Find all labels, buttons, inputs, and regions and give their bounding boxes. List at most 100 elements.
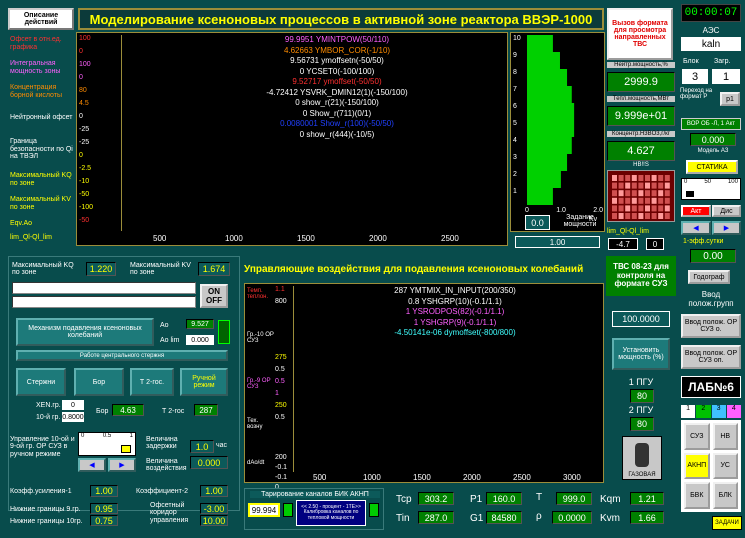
top-scale-value: -2.5 <box>79 165 92 172</box>
ruchn-button[interactable]: Ручной режим <box>180 368 228 396</box>
core-cell <box>664 175 670 181</box>
suz-button[interactable]: СУЗ <box>684 423 710 450</box>
bik-value[interactable]: 99.994 <box>248 503 280 517</box>
bor-button[interactable]: Бор <box>74 368 124 396</box>
ofs-value-1[interactable]: -3.00 <box>200 503 228 514</box>
ofs-value-2[interactable]: 10.00 <box>200 515 228 526</box>
kqm-value: 1.21 <box>630 492 664 505</box>
vvod-1-button[interactable]: Ввод полож. ОР СУЗ о. <box>681 314 741 338</box>
top-scale-value: 0 <box>79 113 83 120</box>
tab-1[interactable]: 1 <box>681 405 696 418</box>
kq-label: Максимальный KQ по зоне <box>12 262 74 277</box>
tab-3[interactable]: 3 <box>711 405 726 418</box>
axial-y-tick: 2 <box>513 171 517 178</box>
top-x-tick: 500 <box>153 234 167 243</box>
ustanov-button[interactable]: Установить мощность (%) <box>612 338 670 370</box>
slider-thumb[interactable] <box>121 445 131 453</box>
mid-left-labels: Темп. теплон. Гр.-10 ОР СУЗ Гр.-9 ОР СУЗ… <box>247 286 275 476</box>
bor-value: 4.63 <box>112 404 144 416</box>
gr10-value: 0.8000 <box>62 412 84 422</box>
k1-label: Коэфф.усиления-1 <box>10 488 72 495</box>
top-x-tick: 2500 <box>441 234 459 243</box>
page-title: Моделирование ксеноновых процессов в акт… <box>78 8 604 30</box>
core-cell <box>645 182 650 189</box>
mid-label-dao: dAo/dt <box>247 460 265 466</box>
core-cell <box>625 205 631 212</box>
mech-button[interactable]: Механизм подавления ксеноновых колебаний <box>16 318 154 346</box>
right-arrow-icon: ▶ <box>119 462 125 469</box>
velich-value[interactable]: 1.0 <box>190 440 214 453</box>
g1-label: G1 <box>470 513 484 524</box>
t2-button[interactable]: Т 2-гос. <box>130 368 174 396</box>
ruler-ticks: 0 50 100 <box>684 179 738 185</box>
zadachi-button[interactable]: ЗАДАЧИ <box>712 516 742 530</box>
right-arrow-button[interactable]: ▶ <box>712 221 741 235</box>
nv-button[interactable]: НВ <box>712 423 738 450</box>
sterzhni-button[interactable]: Стержни <box>16 368 66 396</box>
bik-calibrate-button[interactable]: << 2.50 - процент - 1ТЕ>> Калибровка кан… <box>296 500 366 526</box>
pgu1-value: 80 <box>630 389 654 403</box>
vyzov-format-button[interactable]: Вызов формата для просмотра направленных… <box>607 8 673 60</box>
top-scale-value: -10 <box>79 178 90 185</box>
lab-grid: СУЗ НВ АКНП УС БВК БЛК <box>681 420 741 512</box>
k2-label: Коэффициент-2 <box>136 488 189 495</box>
bvk-button[interactable]: БВК <box>684 482 710 509</box>
mid-chart-title: Управляющие воздействия для подавления к… <box>244 263 584 275</box>
top-series-readout: -4.72412 YSVRK_DMIN12(1)(-150/100) <box>266 87 408 97</box>
core-cell <box>664 182 670 189</box>
top-series-readout: 99.9951 YMINTPOW(50/110) <box>284 35 390 44</box>
on-off-button[interactable]: ON OFF <box>200 284 228 308</box>
ofs-label: Офсетный коридор управления <box>150 502 189 524</box>
k1-value[interactable]: 1.00 <box>90 485 118 497</box>
top-scale-value: -25 <box>79 139 90 146</box>
core-map[interactable] <box>607 170 675 222</box>
ng10-value[interactable]: 0.75 <box>90 515 118 526</box>
model-value: 0.000 <box>690 133 736 146</box>
top-series-readout: 0 Show_r(711)(0/1) <box>302 108 372 118</box>
gr10-label: 10-й гр. <box>36 414 61 421</box>
godograf-button[interactable]: Годограф <box>688 270 730 284</box>
velich2-value[interactable]: 0.000 <box>190 456 228 469</box>
us-button[interactable]: УС <box>712 452 738 480</box>
top-trend-chart: 100 0 100 0 80 4.5 0 -25 -25 0 -2.5 -10 -50 -100 -50 9… <box>76 32 508 246</box>
kv-label: Максимальный KV по зоне <box>130 262 191 277</box>
statika-ruler[interactable]: 0 50 100 <box>681 178 741 200</box>
core-cell <box>625 190 631 197</box>
slider-right-button[interactable]: ▶ <box>108 458 136 472</box>
blok-field[interactable]: 3 <box>682 69 708 84</box>
clock-display: 00:00:07 <box>681 4 741 22</box>
slider-left-button[interactable]: ◀ <box>78 458 106 472</box>
core-cell <box>618 175 624 181</box>
group-slider[interactable]: 0 0.5 1 <box>78 432 136 456</box>
statika-button[interactable]: СТАТИКА <box>686 160 738 174</box>
zagr-field[interactable]: 1 <box>712 69 740 84</box>
aknp-button[interactable]: АКНП <box>684 452 710 480</box>
core-cell <box>651 175 657 181</box>
tcp-value: 303.2 <box>418 492 454 505</box>
core-cell <box>645 205 650 212</box>
lab-tabs[interactable]: 1 2 3 4 <box>681 405 741 418</box>
core-cell <box>658 205 664 212</box>
work-central-rod[interactable]: Работе центрального стержня <box>16 350 228 361</box>
ruler-thumb[interactable] <box>686 191 694 197</box>
k2-value[interactable]: 1.00 <box>200 485 228 497</box>
avar-switch[interactable]: ГАЗОВАЯ <box>622 436 662 480</box>
tab-4[interactable]: 4 <box>726 405 741 418</box>
akt-button[interactable]: Акт <box>681 205 711 217</box>
core-cell <box>638 205 644 212</box>
tvs-value[interactable]: 100.0000 <box>612 311 670 327</box>
dis-button[interactable]: Дис <box>712 205 741 217</box>
off-indicator[interactable]: ВОР ОБ -Л, 1 Акт <box>681 118 741 130</box>
ng9-value[interactable]: 0.95 <box>90 503 118 514</box>
power-set-field[interactable]: 1.00 <box>515 236 600 248</box>
mid-label-tech: Тех. возну <box>247 418 263 430</box>
vvod-2-button[interactable]: Ввод полож. ОР СУЗ оп. <box>681 345 741 369</box>
left-arrow-button[interactable]: ◀ <box>681 221 711 235</box>
tvs-panel: ТВС 08-23 для контроля на формате СУЗ <box>606 256 676 296</box>
p1-button[interactable]: р1 <box>720 92 740 106</box>
tab-2[interactable]: 2 <box>696 405 711 418</box>
mid-x-tick: 500 <box>313 473 327 482</box>
mid-scale-value: 0.5 <box>275 414 285 421</box>
blk-button[interactable]: БЛК <box>712 482 738 509</box>
opisanie-button[interactable]: Описание действий <box>8 8 74 30</box>
